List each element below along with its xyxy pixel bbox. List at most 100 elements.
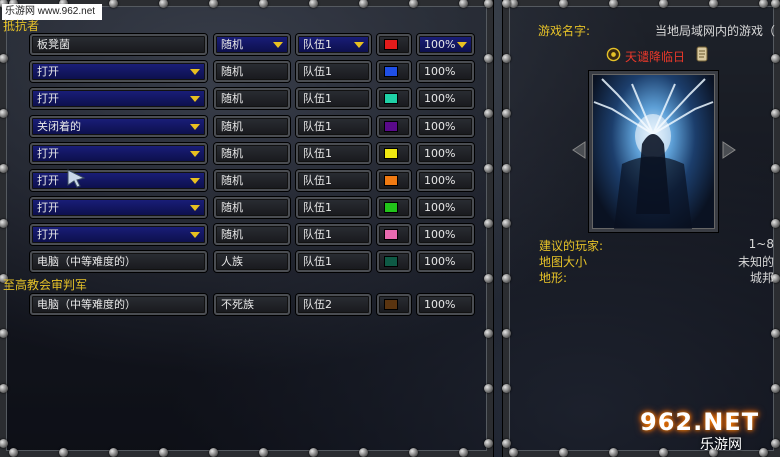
player-slot-dropdown-label: 打开 xyxy=(37,92,59,105)
player-color-dropdown[interactable] xyxy=(377,251,411,272)
handicap-dropdown-label: 100% xyxy=(424,201,456,214)
player-slot-dropdown[interactable]: 打开 xyxy=(30,170,207,191)
team-dropdown[interactable]: 队伍1 xyxy=(296,251,371,272)
scroll-icon[interactable] xyxy=(694,45,710,67)
race-dropdown[interactable]: 随机 xyxy=(214,116,290,137)
race-dropdown-label: 随机 xyxy=(221,120,243,133)
player-slot-dropdown[interactable]: 打开 xyxy=(30,143,207,164)
team-dropdown[interactable]: 队伍1 xyxy=(296,34,371,55)
team-dropdown[interactable]: 队伍2 xyxy=(296,294,371,315)
gear-icon[interactable] xyxy=(606,47,621,66)
player-slot-dropdown[interactable]: 打开 xyxy=(30,224,207,245)
handicap-dropdown[interactable]: 100% xyxy=(417,116,474,137)
rivet-ornament xyxy=(771,219,780,228)
chevron-down-icon xyxy=(354,42,364,48)
map-preview-image xyxy=(589,71,718,232)
player-slot-dropdown[interactable]: 关闭着的 xyxy=(30,116,207,137)
chevron-down-icon xyxy=(190,96,200,102)
player-color-dropdown[interactable] xyxy=(377,34,411,55)
rivet-ornament xyxy=(359,448,368,457)
player-slot-dropdown[interactable]: 板凳菌 xyxy=(30,34,207,55)
team-dropdown[interactable]: 队伍1 xyxy=(296,170,371,191)
chevron-down-icon xyxy=(457,42,467,48)
race-dropdown[interactable]: 随机 xyxy=(214,143,290,164)
race-dropdown[interactable]: 随机 xyxy=(214,34,290,55)
color-swatch xyxy=(384,66,398,77)
team-dropdown-label: 队伍1 xyxy=(303,120,332,133)
race-dropdown[interactable]: 随机 xyxy=(214,197,290,218)
player-slot-dropdown[interactable]: 电脑（中等难度的） xyxy=(30,294,207,315)
handicap-dropdown-label: 100% xyxy=(424,147,456,160)
handicap-dropdown[interactable]: 100% xyxy=(417,294,474,315)
player-slot-dropdown-label: 打开 xyxy=(37,174,59,187)
rivet-ornament xyxy=(771,54,780,63)
handicap-dropdown[interactable]: 100% xyxy=(417,34,474,55)
player-slot-dropdown-label: 关闭着的 xyxy=(37,120,81,133)
race-dropdown-label: 不死族 xyxy=(221,298,254,311)
handicap-dropdown[interactable]: 100% xyxy=(417,251,474,272)
player-color-dropdown[interactable] xyxy=(377,224,411,245)
team-dropdown-label: 队伍1 xyxy=(303,201,332,214)
chevron-down-icon xyxy=(190,205,200,211)
player-color-dropdown[interactable] xyxy=(377,88,411,109)
race-dropdown[interactable]: 随机 xyxy=(214,61,290,82)
race-dropdown[interactable]: 随机 xyxy=(214,88,290,109)
player-slot-dropdown[interactable]: 电脑（中等难度的） xyxy=(30,251,207,272)
player-color-dropdown[interactable] xyxy=(377,143,411,164)
player-color-dropdown[interactable] xyxy=(377,197,411,218)
rivet-ornament xyxy=(502,219,511,228)
rivet-ornament xyxy=(259,448,268,457)
player-slot-dropdown-label: 板凳菌 xyxy=(37,38,70,51)
team-dropdown[interactable]: 队伍1 xyxy=(296,143,371,164)
team-dropdown[interactable]: 队伍1 xyxy=(296,61,371,82)
player-slot-dropdown-label: 打开 xyxy=(37,147,59,160)
color-swatch xyxy=(384,121,398,132)
team-dropdown[interactable]: 队伍1 xyxy=(296,88,371,109)
race-dropdown-label: 随机 xyxy=(221,228,243,241)
team-dropdown-label: 队伍1 xyxy=(303,174,332,187)
chevron-down-icon xyxy=(273,42,283,48)
race-dropdown[interactable]: 人族 xyxy=(214,251,290,272)
race-dropdown[interactable]: 不死族 xyxy=(214,294,290,315)
handicap-dropdown-label: 100% xyxy=(424,92,456,105)
team-dropdown[interactable]: 队伍1 xyxy=(296,197,371,218)
handicap-dropdown[interactable]: 100% xyxy=(417,61,474,82)
race-dropdown-label: 随机 xyxy=(221,38,243,51)
team-dropdown[interactable]: 队伍1 xyxy=(296,224,371,245)
handicap-dropdown[interactable]: 100% xyxy=(417,197,474,218)
handicap-dropdown[interactable]: 100% xyxy=(417,143,474,164)
player-color-dropdown[interactable] xyxy=(377,294,411,315)
race-dropdown[interactable]: 随机 xyxy=(214,170,290,191)
handicap-dropdown[interactable]: 100% xyxy=(417,88,474,109)
player-slot-dropdown[interactable]: 打开 xyxy=(30,61,207,82)
rivet-ornament xyxy=(484,219,493,228)
color-swatch xyxy=(384,175,398,186)
player-slot-dropdown[interactable]: 打开 xyxy=(30,197,207,218)
rivet-ornament xyxy=(509,448,518,457)
player-color-dropdown[interactable] xyxy=(377,116,411,137)
rivet-ornament xyxy=(109,448,118,457)
handicap-dropdown-label: 100% xyxy=(424,120,456,133)
player-color-dropdown[interactable] xyxy=(377,170,411,191)
handicap-dropdown[interactable]: 100% xyxy=(417,170,474,191)
rivet-ornament xyxy=(771,439,780,448)
chevron-down-icon xyxy=(190,178,200,184)
rivet-ornament xyxy=(484,329,493,338)
race-dropdown-label: 随机 xyxy=(221,201,243,214)
handicap-dropdown-label: 100% xyxy=(424,38,456,51)
player-color-dropdown[interactable] xyxy=(377,61,411,82)
player-slot-dropdown[interactable]: 打开 xyxy=(30,88,207,109)
rivet-ornament xyxy=(502,439,511,448)
rivet-ornament xyxy=(484,439,493,448)
team-dropdown[interactable]: 队伍1 xyxy=(296,116,371,137)
rivet-ornament xyxy=(771,329,780,338)
rivet-ornament xyxy=(309,448,318,457)
race-dropdown[interactable]: 随机 xyxy=(214,224,290,245)
rivet-ornament xyxy=(484,109,493,118)
handicap-dropdown[interactable]: 100% xyxy=(417,224,474,245)
rivet-ornament xyxy=(502,329,511,338)
color-swatch xyxy=(384,256,398,267)
player-slot-dropdown-label: 打开 xyxy=(37,65,59,78)
rivet-ornament xyxy=(484,54,493,63)
team-label-inquisition: 至高教会审判军 xyxy=(3,278,88,292)
